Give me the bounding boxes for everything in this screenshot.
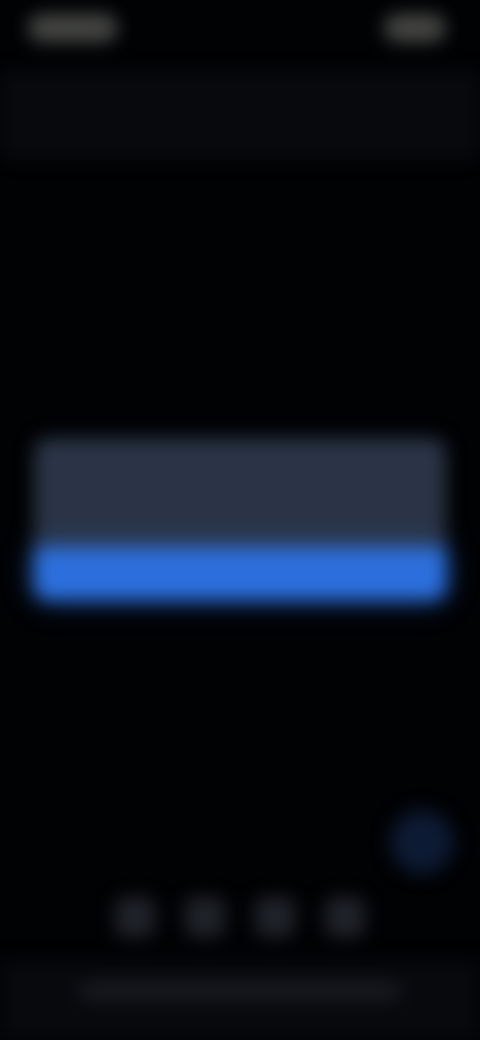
dialog-card (34, 438, 446, 548)
alert-dialog (34, 438, 446, 610)
status-bar-left (28, 14, 118, 42)
blurred-content (0, 0, 480, 1040)
header-area (0, 70, 480, 160)
bottom-bar-content[interactable] (80, 982, 400, 1000)
dock-app-3[interactable] (255, 897, 295, 937)
bottom-navigation-bar (0, 962, 480, 1040)
app-dock (100, 888, 380, 946)
dialog-confirm-button[interactable] (34, 548, 446, 600)
status-bar-right (384, 14, 446, 42)
dock-app-2[interactable] (185, 897, 225, 937)
floating-action-button[interactable] (390, 810, 454, 874)
phone-screen (0, 0, 480, 1040)
dock-app-1[interactable] (115, 897, 155, 937)
dock-app-4[interactable] (325, 897, 365, 937)
